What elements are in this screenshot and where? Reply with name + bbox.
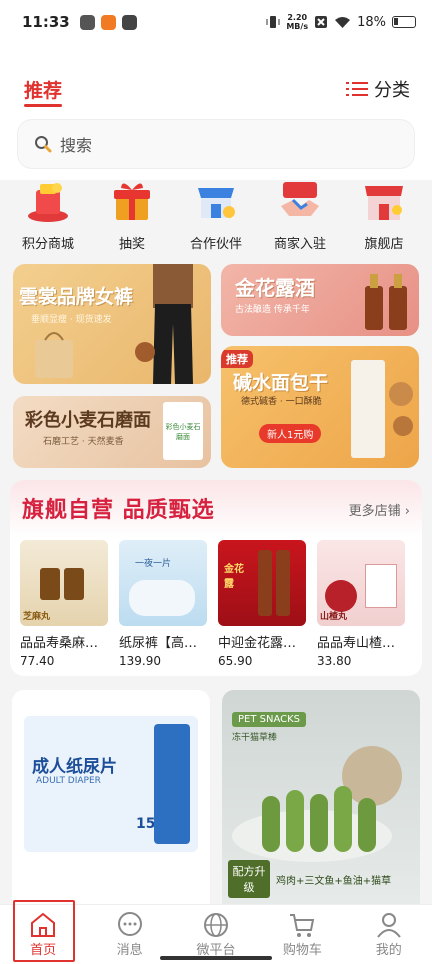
quick-nav-partners[interactable]: 合作伙伴	[176, 176, 256, 262]
tab-recommend[interactable]: 推荐	[24, 76, 62, 103]
shopping-bag-illustration	[35, 332, 73, 378]
search-icon	[35, 136, 52, 153]
home-tab-highlight	[13, 900, 75, 962]
message-icon	[117, 912, 142, 936]
handshake-icon	[281, 182, 319, 216]
points-mall-icon	[28, 183, 68, 222]
cart-icon	[290, 914, 315, 937]
net-speed: 2.20 MB/s	[286, 13, 309, 31]
search-input[interactable]: 搜索	[18, 120, 414, 168]
tab-profile[interactable]: 我的	[354, 911, 424, 964]
category-label: 分类	[374, 80, 410, 101]
flagship-product[interactable]: 山楂丸 品品寿山楂… 33.80	[317, 540, 405, 668]
no-sim-icon	[315, 16, 328, 28]
gesture-bar	[160, 956, 272, 960]
flagship-product[interactable]: 金花露 中迎金花露… 65.90	[218, 540, 306, 668]
app-notification-icon	[100, 14, 116, 30]
product-image-wine: 金花露	[218, 540, 306, 626]
app-notification-icon	[79, 14, 95, 30]
product-image-sesame: 芝麻丸	[20, 540, 108, 626]
status-bar: 11:33 2.20 MB/s 18%	[0, 0, 432, 44]
product-image-hawthorn: 山楂丸	[317, 540, 405, 626]
status-time: 11:33	[22, 13, 70, 31]
product-image-diaper: 一夜一片	[119, 540, 207, 626]
battery-icon	[392, 16, 416, 28]
flagship-product[interactable]: 芝麻丸 品品寿桑麻… 77.40	[20, 540, 108, 668]
quick-nav-lottery[interactable]: 抽奖	[92, 176, 172, 262]
header: 推荐 分类 搜索	[0, 44, 432, 180]
flagship-product[interactable]: 一夜一片 纸尿裤【高… 139.90	[119, 540, 207, 668]
flour-package: 彩色小麦石磨面	[163, 402, 203, 460]
profile-icon	[376, 913, 401, 938]
more-stores-link[interactable]: 更多店铺 ›	[349, 500, 410, 519]
quick-nav-merchant-join[interactable]: 商家入驻	[260, 176, 340, 262]
cat-snack-sticks-image	[232, 746, 402, 862]
recommend-tag: 推荐	[221, 350, 253, 368]
ingredients-text: 鸡肉+三文鱼+鱼油+猫草	[276, 876, 392, 887]
new-user-1-yuan-button[interactable]: 新人1元购	[259, 424, 322, 443]
product-card-adult-diaper[interactable]: 成人纸尿片 ADULT DIAPER 15	[12, 690, 210, 920]
flagship-header: 旗舰自营 品质甄选 更多店铺 ›	[10, 480, 422, 538]
tab-cart[interactable]: 购物车	[267, 911, 337, 964]
flagship-product-row: 芝麻丸 品品寿桑麻… 77.40 一夜一片 纸尿裤【高… 139.90 金花露 …	[10, 540, 422, 668]
wifi-icon	[335, 17, 351, 28]
mail-notification-icon	[121, 14, 137, 30]
vibrate-icon	[266, 16, 280, 28]
store-icon	[198, 188, 235, 218]
tab-messages[interactable]: 消息	[95, 911, 165, 964]
category-button[interactable]: 分类	[346, 76, 410, 102]
banner-pretzel-crisps[interactable]: 推荐 碱水面包干 德式碱香 · 一口酥脆 新人1元购	[221, 346, 419, 468]
flagship-store-icon	[365, 186, 403, 220]
flagship-title: 旗舰自营 品质甄选	[22, 498, 215, 523]
quick-nav-points-mall[interactable]: 积分商城	[8, 176, 88, 262]
flagship-section: 旗舰自营 品质甄选 更多店铺 › 芝麻丸 品品寿桑麻… 77.40 一夜一片 纸…	[10, 480, 422, 676]
quick-nav-flagship-store[interactable]: 旗舰店	[344, 176, 424, 262]
globe-icon	[203, 913, 228, 937]
diaper-package-image: 成人纸尿片 ADULT DIAPER 15	[24, 716, 198, 852]
search-placeholder: 搜索	[60, 136, 93, 155]
product-card-cat-snacks[interactable]: PET SNACKS 冻干猫草棒 配方升级 鸡肉+三文鱼+鱼油+猫草	[222, 690, 420, 920]
tab-recommend-underline	[24, 104, 62, 107]
list-icon	[346, 81, 368, 97]
banner-jinhualu-wine[interactable]: 金花露酒 古法酿造 传承千年	[221, 264, 419, 336]
banner-women-pants[interactable]: 雲裳品牌女裤 垂顺显瘦 · 现货速发	[13, 264, 211, 384]
pretzel-bag-image	[351, 360, 413, 458]
wine-bottles-image	[365, 274, 407, 330]
battery-percent: 18%	[357, 14, 386, 30]
gift-box-icon	[114, 183, 150, 220]
banner-wheat-flour[interactable]: 彩色小麦石磨面 石磨工艺 · 天然麦香 彩色小麦石磨面	[13, 396, 211, 468]
quick-nav: 积分商城 抽奖 合作伙伴 商家入驻 旗舰店	[0, 176, 432, 262]
formula-upgrade-badge: 配方升级	[228, 860, 270, 898]
pants-model-image	[135, 264, 193, 384]
